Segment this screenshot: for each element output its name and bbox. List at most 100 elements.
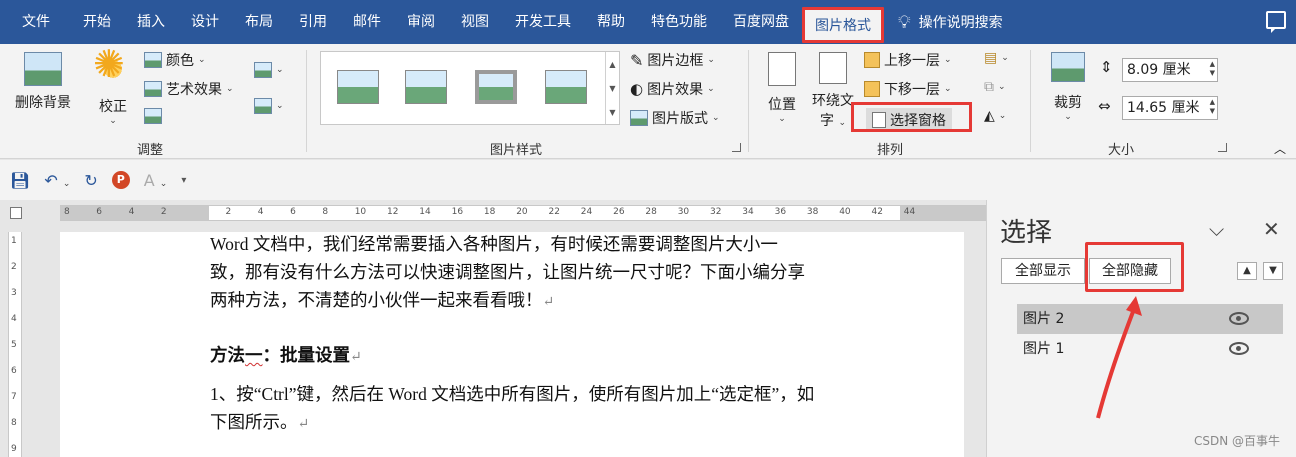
ruler-tick-label: 42	[871, 207, 883, 217]
horizontal-ruler[interactable]: 8 6 4 2 2 4 6 8 10 12 14 16 18 20 22 24 26 28 30 32 34 36 38 40…	[60, 205, 986, 221]
send-backward-label: 下移一层	[884, 82, 940, 98]
chevron-down-icon: ⌄	[944, 84, 952, 94]
bring-forward-button[interactable]: 上移一层 ⌄	[864, 50, 952, 70]
tab-baidu-netdisk[interactable]: 百度网盘	[720, 0, 802, 44]
corrections-button[interactable]: 校正 ⌄	[92, 45, 134, 126]
tab-mailings[interactable]: 邮件	[340, 0, 394, 44]
send-backward-button[interactable]: 下移一层 ⌄	[864, 79, 952, 99]
tab-review[interactable]: 审阅	[394, 0, 448, 44]
tab-insert[interactable]: 插入	[124, 0, 178, 44]
method-heading[interactable]: 方法一：批量设置↵	[210, 341, 910, 372]
gallery-more-icon[interactable]: ▼	[609, 108, 615, 117]
intro-paragraph[interactable]: Word 文档中，我们经常需要插入各种图片，有时候还需要调整图片大小一 致，那有…	[210, 230, 910, 317]
powerpoint-icon[interactable]: P	[111, 171, 130, 189]
tab-picture-format[interactable]: 图片格式	[802, 7, 884, 43]
chevron-down-icon[interactable]: ▼	[609, 84, 615, 93]
tab-developer[interactable]: 开发工具	[502, 0, 584, 44]
tab-view[interactable]: 视图	[448, 0, 502, 44]
chevron-up-icon[interactable]: ▲	[609, 60, 615, 69]
height-input[interactable]: 8.09 厘米 ▲ ▼	[1122, 58, 1218, 82]
ruler-tick-label: 44	[903, 207, 916, 217]
transparency-icon	[144, 108, 162, 124]
ruler-tick-label: 8	[64, 207, 70, 217]
tab-design[interactable]: 设计	[178, 0, 232, 44]
close-icon[interactable]: ✕	[1263, 217, 1280, 241]
vertical-ruler-tick-label: 7	[11, 392, 17, 402]
ruler-tick-label: 6	[96, 207, 103, 217]
document-page[interactable]: Word 文档中，我们经常需要插入各种图片，有时候还需要调整图片大小一 致，那有…	[60, 232, 964, 457]
remove-background-button[interactable]: 删除背景	[10, 52, 76, 112]
pane-item-picture-1[interactable]: 图片 1	[1017, 334, 1283, 364]
ruler-tick-label: 14	[419, 207, 431, 217]
width-input[interactable]: 14.65 厘米 ▲ ▼	[1122, 96, 1218, 120]
customize-qat-icon[interactable]: ▾	[181, 175, 186, 186]
color-label: 颜色	[166, 53, 194, 69]
tab-layout[interactable]: 布局	[232, 0, 286, 44]
ruler-tick-label: 8	[322, 207, 329, 217]
ruler-tick-label: 10	[354, 207, 367, 217]
chevron-down-icon: ⌄	[109, 116, 117, 126]
vertical-ruler-tick-label: 9	[11, 444, 17, 454]
picture-style-2[interactable]	[405, 70, 447, 104]
chevron-down-icon: ⌄	[1001, 53, 1009, 63]
picture-style-1[interactable]	[337, 70, 379, 104]
eye-icon[interactable]	[1229, 342, 1249, 355]
ruler-tick-label: 4	[128, 207, 135, 217]
picture-style-3[interactable]	[475, 70, 517, 104]
vertical-ruler[interactable]: 1 2 3 4 5 6 7 8 9	[8, 232, 22, 457]
picture-layout-button[interactable]: 图片版式 ⌄	[630, 108, 720, 128]
collapse-ribbon-icon[interactable]: ︿	[1274, 140, 1286, 157]
vertical-ruler-tick-label: 4	[11, 314, 17, 324]
picture-styles-gallery[interactable]: ▲ ▼ ▼	[320, 51, 620, 125]
eye-icon[interactable]	[1229, 312, 1249, 325]
tab-features[interactable]: 特色功能	[638, 0, 720, 44]
compress-pictures-button[interactable]: ⌄	[254, 62, 284, 78]
step-1-paragraph[interactable]: 1、按“Ctrl”键，然后在 Word 文档选中所有图片，使所有图片加上“选定框…	[210, 380, 910, 439]
step-1-line-1: 1、按“Ctrl”键，然后在 Word 文档选中所有图片，使所有图片加上“选定框…	[210, 384, 815, 404]
width-spinner[interactable]: ▲ ▼	[1210, 98, 1215, 116]
height-spinner[interactable]: ▲ ▼	[1210, 60, 1215, 78]
picture-border-button[interactable]: ✎ 图片边框 ⌄	[630, 50, 715, 70]
wrap-text-icon	[819, 52, 847, 84]
crop-button[interactable]: 裁剪 ⌄	[1046, 52, 1090, 122]
align-button[interactable]: ▤ ⌄	[984, 50, 1009, 66]
tab-references[interactable]: 引用	[286, 0, 340, 44]
sun-icon	[93, 45, 128, 84]
picture-effects-button[interactable]: ◐ 图片效果 ⌄	[630, 79, 715, 99]
tab-home[interactable]: 开始	[70, 0, 124, 44]
position-label: 位置	[768, 97, 796, 113]
pane-options-icon[interactable]: ⌵	[1209, 217, 1224, 241]
change-picture-button[interactable]: ⌄	[254, 98, 284, 114]
picture-style-4[interactable]	[545, 70, 587, 104]
save-icon[interactable]: 💾︎	[10, 171, 30, 190]
bring-forward-order-button[interactable]: ▲	[1237, 262, 1257, 280]
corrections-label: 校正	[99, 99, 127, 115]
ruler-tick-label: 12	[387, 207, 399, 217]
color-icon	[144, 52, 162, 68]
show-all-button[interactable]: 全部显示	[1001, 258, 1085, 284]
selection-pane-title: 选择	[1000, 218, 1053, 248]
position-button[interactable]: 位置 ⌄	[762, 52, 802, 124]
text-effect-icon[interactable]: A ⌄	[144, 171, 168, 190]
tab-file[interactable]: 文件	[0, 0, 70, 44]
artistic-effects-button[interactable]: 艺术效果 ⌄	[144, 79, 234, 99]
rotate-button[interactable]: ◭ ⌄	[984, 108, 1006, 124]
chevron-down-icon: ⌄	[998, 111, 1007, 121]
tell-me-search[interactable]: 💡︎ 操作说明搜索	[884, 12, 1003, 33]
color-button[interactable]: 颜色 ⌄	[144, 50, 206, 70]
chevron-down-icon: ⌄	[944, 55, 952, 65]
ruler-tick-label: 18	[483, 207, 496, 217]
picture-styles-launcher[interactable]	[732, 143, 741, 152]
comments-icon[interactable]	[1266, 11, 1286, 33]
ruler-tab-selector[interactable]	[0, 200, 34, 228]
redo-icon[interactable]: ↻	[84, 171, 97, 190]
pane-item-picture-2[interactable]: 图片 2	[1017, 304, 1283, 334]
send-backward-order-button[interactable]: ▼	[1263, 262, 1283, 280]
undo-icon[interactable]: ↶ ⌄	[44, 171, 70, 190]
transparency-button[interactable]	[144, 108, 162, 124]
gallery-scroll[interactable]: ▲ ▼ ▼	[605, 52, 619, 124]
group-objects-button[interactable]: ⧉ ⌄	[984, 79, 1006, 95]
spelling-squiggle: 一	[245, 345, 263, 365]
tab-help[interactable]: 帮助	[584, 0, 638, 44]
size-launcher[interactable]	[1218, 143, 1227, 152]
